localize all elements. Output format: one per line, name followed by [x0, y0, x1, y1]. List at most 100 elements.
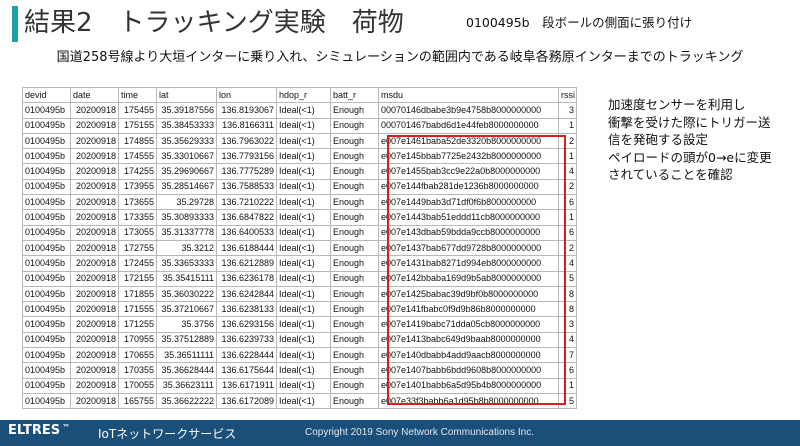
table-cell-date: 20200918	[70, 331, 119, 349]
table-cell-rssi: 6	[558, 194, 577, 211]
table-cell-msdu: e007e145bbab7725e2432b8000000000	[378, 148, 559, 165]
table-cell-rssi: 4	[558, 255, 577, 272]
table-cell-devid: 0100495b	[22, 224, 71, 241]
table-cell-date: 20200918	[70, 178, 119, 196]
table-cell-batt_r: Enough	[330, 132, 379, 150]
table-cell-msdu: e007e140dbabb4add9aacb8000000000	[378, 347, 559, 364]
table-cell-lon: 136.6172089	[216, 392, 277, 410]
table-cell-hdop_r: Ideal(<1)	[276, 347, 331, 364]
table-cell-msdu: e007e143dbab59bdda9ccb8000000000	[378, 224, 559, 241]
table-cell-lon: 136.7210222	[216, 194, 277, 211]
callout-note: 加速度センサーを利用し 衝撃を受けた際にトリガー送 信を発砲する設定 ペイロード…	[608, 96, 772, 184]
table-cell-hdop_r: Ideal(<1)	[276, 239, 331, 257]
table-cell-msdu: e007e1407babb6bdd9608b8000000000	[378, 362, 559, 379]
table-cell-batt_r: Enough	[330, 301, 379, 318]
eltres-logo: ELTRES ™	[8, 423, 70, 438]
table-cell-lat: 35.29690667	[156, 163, 217, 180]
column-header: batt_r	[330, 86, 379, 104]
column-header: rssi	[558, 86, 577, 104]
table-cell-devid: 0100495b	[22, 362, 71, 379]
table-cell-msdu: e007e144fbab281de1236b8000000000	[378, 178, 559, 196]
table-cell-rssi: 8	[558, 285, 577, 303]
column-header: time	[118, 86, 157, 104]
table-cell-time: 165755	[118, 392, 157, 410]
callout-line: されていることを確認	[608, 167, 733, 182]
table-row: 0100495b 20200918 170055 35.36623111 136.617…	[22, 377, 577, 394]
table-cell-devid: 0100495b	[22, 377, 71, 394]
table-cell-hdop_r: Ideal(<1)	[276, 163, 331, 180]
table-cell-batt_r: Enough	[330, 270, 379, 287]
table-cell-devid: 0100495b	[22, 148, 71, 165]
table-cell-lon: 136.8193067	[216, 102, 277, 119]
table-cell-devid: 0100495b	[22, 117, 71, 134]
table-row: 0100495b 20200918 173055 35.31337778 136.640…	[22, 224, 577, 241]
table-cell-time: 173655	[118, 194, 157, 211]
table-cell-devid: 0100495b	[22, 239, 71, 257]
table-cell-lat: 35.29728	[156, 194, 217, 211]
table-cell-batt_r: Enough	[330, 209, 379, 226]
table-row: 0100495b 20200918 173355 35.30893333 136.684…	[22, 209, 577, 226]
table-cell-msdu: e007e1413babc649d9baab8000000000	[378, 331, 559, 349]
table-cell-lat: 35.36628444	[156, 362, 217, 379]
table-cell-hdop_r: Ideal(<1)	[276, 102, 331, 119]
table-cell-hdop_r: Ideal(<1)	[276, 331, 331, 349]
table-cell-hdop_r: Ideal(<1)	[276, 209, 331, 226]
table-cell-hdop_r: Ideal(<1)	[276, 270, 331, 287]
table-cell-devid: 0100495b	[22, 178, 71, 196]
table-cell-hdop_r: Ideal(<1)	[276, 178, 331, 196]
table-cell-lat: 35.37210667	[156, 301, 217, 318]
table-cell-date: 20200918	[70, 347, 119, 364]
table-cell-rssi: 2	[558, 178, 577, 196]
table-cell-lat: 35.33653333	[156, 255, 217, 272]
service-name: IoTネットワークサービス	[98, 427, 237, 441]
table-cell-time: 175455	[118, 102, 157, 119]
table-cell-batt_r: Enough	[330, 194, 379, 211]
table-cell-lon: 136.6212889	[216, 255, 277, 272]
table-cell-lat: 35.28514667	[156, 178, 217, 196]
table-cell-devid: 0100495b	[22, 331, 71, 349]
table-cell-devid: 0100495b	[22, 255, 71, 272]
table-cell-time: 172455	[118, 255, 157, 272]
column-header: devid	[22, 86, 71, 104]
table-cell-lon: 136.6175644	[216, 362, 277, 379]
table-cell-msdu: e007e1437bab677dd9728b8000000000	[378, 239, 559, 257]
table-cell-rssi: 1	[558, 148, 577, 165]
callout-line: 加速度センサーを利用し	[608, 97, 746, 112]
table-cell-lon: 136.6293156	[216, 316, 277, 333]
table-cell-msdu: e007e1443bab51eddd11cb8000000000	[378, 209, 559, 226]
table-cell-msdu: e007e1461baba52de3320b8000000000	[378, 132, 559, 150]
column-header: lon	[216, 86, 277, 104]
table-cell-lon: 136.6188444	[216, 239, 277, 257]
table-cell-hdop_r: Ideal(<1)	[276, 132, 331, 150]
column-header: msdu	[378, 86, 559, 104]
table-cell-rssi: 7	[558, 347, 577, 364]
table-cell-date: 20200918	[70, 209, 119, 226]
table-row: 0100495b 20200918 170355 35.36628444 136.617…	[22, 362, 577, 379]
table-cell-date: 20200918	[70, 377, 119, 394]
table-cell-lat: 35.36511111	[156, 347, 217, 364]
table-cell-hdop_r: Ideal(<1)	[276, 285, 331, 303]
table-cell-rssi: 3	[558, 316, 577, 333]
table-cell-hdop_r: Ideal(<1)	[276, 392, 331, 410]
table-cell-msdu: e007e141fbabc0f9d9b86b8000000000	[378, 301, 559, 318]
table-cell-lon: 136.6238133	[216, 301, 277, 318]
table-cell-hdop_r: Ideal(<1)	[276, 255, 331, 272]
table-cell-time: 170355	[118, 362, 157, 379]
page-title: 結果2 トラッキング実験 荷物	[24, 8, 404, 38]
table-cell-msdu: e007e1431bab8271d994eb8000000000	[378, 255, 559, 272]
table-cell-devid: 0100495b	[22, 194, 71, 211]
table-cell-lat: 35.35415111	[156, 270, 217, 287]
table-cell-lon: 136.6847822	[216, 209, 277, 226]
table-cell-devid: 0100495b	[22, 132, 71, 150]
table-cell-devid: 0100495b	[22, 347, 71, 364]
table-cell-date: 20200918	[70, 194, 119, 211]
title-accent-bar	[12, 6, 18, 42]
table-row: 0100495b 20200918 172755 35.3212 136.6188444…	[22, 239, 577, 257]
table-cell-msdu: 000701467babd6d1e44feb8000000000	[378, 117, 559, 134]
table-cell-rssi: 8	[558, 301, 577, 318]
table-cell-lon: 136.7963022	[216, 132, 277, 150]
table-cell-batt_r: Enough	[330, 224, 379, 241]
table-cell-date: 20200918	[70, 239, 119, 257]
table-cell-batt_r: Enough	[330, 392, 379, 410]
table-cell-hdop_r: Ideal(<1)	[276, 316, 331, 333]
